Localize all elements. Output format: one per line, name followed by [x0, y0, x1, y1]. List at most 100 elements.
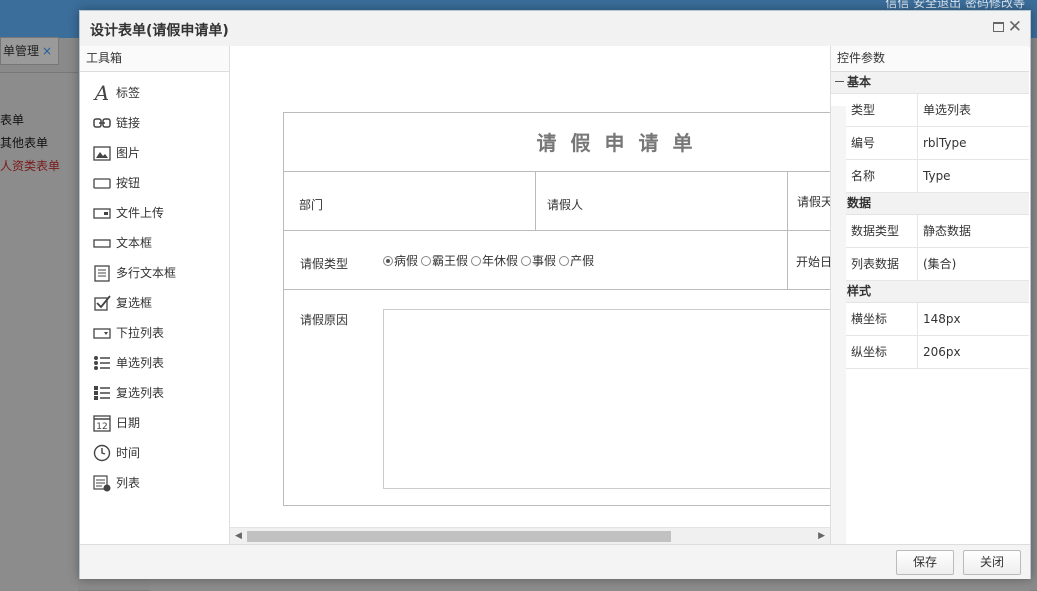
- radio-button[interactable]: [559, 255, 570, 266]
- property-group-data[interactable]: 数据: [831, 193, 1029, 215]
- property-value[interactable]: rblType: [923, 127, 966, 159]
- radio-label: 产假: [570, 254, 595, 268]
- applicant-label[interactable]: 请假人: [547, 196, 583, 213]
- dialog-header: 设计表单(请假申请单) ✕: [80, 11, 1030, 47]
- tool-link[interactable]: 链接: [92, 111, 140, 135]
- leave-request-form[interactable]: 请假申请单 部门 请假人 请假天 请假类型 开始日 病假 霸王假 年休假 事假 …: [283, 112, 830, 506]
- tool-date-text: 日期: [116, 416, 141, 430]
- sidebar-item-form[interactable]: 表单: [0, 111, 24, 128]
- department-label[interactable]: 部门: [299, 196, 323, 213]
- property-value[interactable]: 静态数据: [923, 215, 971, 247]
- tool-image-text: 图片: [116, 146, 141, 160]
- property-group-style[interactable]: 样式: [831, 281, 1029, 303]
- design-canvas[interactable]: 请假申请单 部门 请假人 请假天 请假类型 开始日 病假 霸王假 年休假 事假 …: [230, 46, 830, 544]
- checkbox-list-icon: [92, 383, 112, 403]
- dialog-footer: 保存 关闭: [80, 544, 1030, 579]
- scrollbar-thumb[interactable]: [247, 531, 671, 542]
- collapse-minus-icon[interactable]: [835, 81, 844, 82]
- reason-textarea[interactable]: [383, 309, 830, 489]
- scroll-left-arrow-icon[interactable]: ◀: [235, 531, 242, 541]
- tool-radio-list-text: 单选列表: [116, 356, 165, 370]
- tool-checkbox-list[interactable]: 复选列表: [92, 381, 164, 405]
- radio-button[interactable]: [471, 255, 482, 266]
- radio-button-checked[interactable]: [383, 255, 393, 266]
- properties-header: 控件参数: [831, 46, 1029, 72]
- tool-image[interactable]: 图片: [92, 141, 140, 165]
- radio-maternity-leave[interactable]: 产假: [559, 252, 594, 269]
- property-row-name[interactable]: 名称 Type: [846, 160, 1029, 193]
- radio-label: 病假: [394, 254, 419, 268]
- property-row-y[interactable]: 纵坐标 206px: [846, 336, 1029, 369]
- close-icon[interactable]: ✕: [1008, 17, 1022, 37]
- leave-days-label[interactable]: 请假天: [797, 193, 830, 210]
- property-row-id[interactable]: 编号 rblType: [846, 127, 1029, 160]
- leave-type-label[interactable]: 请假类型: [300, 255, 348, 272]
- property-value[interactable]: 206px: [923, 336, 961, 368]
- property-value[interactable]: 148px: [923, 303, 961, 335]
- radio-sick-leave[interactable]: 病假: [383, 252, 418, 269]
- tool-file-upload-text: 文件上传: [116, 206, 165, 220]
- tool-list-text: 列表: [116, 476, 141, 490]
- tool-checkbox[interactable]: 复选框: [92, 291, 152, 315]
- radio-annual-leave[interactable]: 年休假: [471, 252, 518, 269]
- tool-date[interactable]: 12 日期: [92, 411, 140, 435]
- property-key: 纵坐标: [846, 336, 918, 368]
- radio-button[interactable]: [421, 255, 432, 266]
- tool-multiline-textbox[interactable]: 多行文本框: [92, 261, 176, 285]
- form-title[interactable]: 请假申请单: [284, 127, 830, 156]
- calendar-icon: 12: [92, 413, 112, 433]
- form-divider: [284, 171, 830, 172]
- tab-label: 单管理: [3, 44, 40, 58]
- tool-dropdown[interactable]: 下拉列表: [92, 321, 164, 345]
- sidebar-item-other-form[interactable]: 其他表单: [0, 134, 48, 151]
- radio-bawang-leave[interactable]: 霸王假: [421, 252, 468, 269]
- leave-type-radio-list[interactable]: 病假 霸王假 年休假 事假 产假: [383, 252, 597, 269]
- property-value[interactable]: 单选列表: [923, 94, 971, 126]
- group-title: 基本: [847, 75, 872, 89]
- button-icon: [92, 173, 112, 193]
- tool-textbox[interactable]: 文本框: [92, 231, 152, 255]
- reason-label[interactable]: 请假原因: [300, 311, 348, 328]
- sidebar-item-hr-form[interactable]: 人资类表单: [0, 157, 60, 174]
- property-group-basic[interactable]: 基本: [831, 72, 1029, 94]
- tool-file-upload[interactable]: 文件上传: [92, 201, 164, 225]
- property-row-type[interactable]: 类型 单选列表: [846, 94, 1029, 127]
- tool-time-text: 时间: [116, 446, 141, 460]
- radio-personal-leave[interactable]: 事假: [521, 252, 556, 269]
- property-row-list-data[interactable]: 列表数据 (集合): [846, 248, 1029, 281]
- property-key: 横坐标: [846, 303, 918, 335]
- link-icon: [92, 113, 112, 133]
- toolbox-panel: 工具箱 A 标签 链接 图片 按钮 文件上传 文本框 多行文本框 复选框 下拉列…: [80, 46, 230, 544]
- dropdown-icon: [92, 323, 112, 343]
- property-value[interactable]: (集合): [923, 248, 956, 280]
- tool-link-text: 链接: [116, 116, 141, 130]
- tool-checkbox-list-text: 复选列表: [116, 386, 165, 400]
- tool-dropdown-text: 下拉列表: [116, 326, 165, 340]
- close-button[interactable]: 关闭: [963, 550, 1021, 575]
- clock-icon: [92, 443, 112, 463]
- save-button[interactable]: 保存: [896, 550, 954, 575]
- property-row-data-type[interactable]: 数据类型 静态数据: [846, 215, 1029, 248]
- tool-label[interactable]: A 标签: [92, 81, 140, 105]
- property-row-x[interactable]: 横坐标 148px: [846, 303, 1029, 336]
- form-divider: [284, 289, 830, 290]
- tool-radio-list[interactable]: 单选列表: [92, 351, 164, 375]
- tab-close-icon[interactable]: ×: [42, 44, 52, 58]
- canvas-horizontal-scrollbar[interactable]: ◀ ▶: [230, 527, 830, 544]
- property-value[interactable]: Type: [923, 160, 951, 192]
- start-date-label[interactable]: 开始日: [796, 253, 830, 270]
- tool-button[interactable]: 按钮: [92, 171, 140, 195]
- radio-button[interactable]: [521, 255, 532, 266]
- design-form-dialog: 设计表单(请假申请单) ✕ 工具箱 A 标签 链接 图片 按钮 文件上传 文本框: [79, 10, 1031, 579]
- tool-button-text: 按钮: [116, 176, 141, 190]
- file-upload-icon: [92, 203, 112, 223]
- tool-list[interactable]: 列表: [92, 471, 140, 495]
- tool-time[interactable]: 时间: [92, 441, 140, 465]
- maximize-icon[interactable]: [993, 22, 1004, 32]
- scroll-right-arrow-icon[interactable]: ▶: [818, 531, 825, 541]
- app-pager-bar: [150, 578, 1030, 591]
- form-cell-divider: [535, 171, 536, 230]
- radio-label: 年休假: [482, 254, 519, 268]
- properties-panel: 控件参数 基本 类型 单选列表 编号 rblType 名称 Type 数据 数据类型静…: [830, 46, 1029, 544]
- tab-form-management[interactable]: 单管理 ×: [0, 37, 60, 65]
